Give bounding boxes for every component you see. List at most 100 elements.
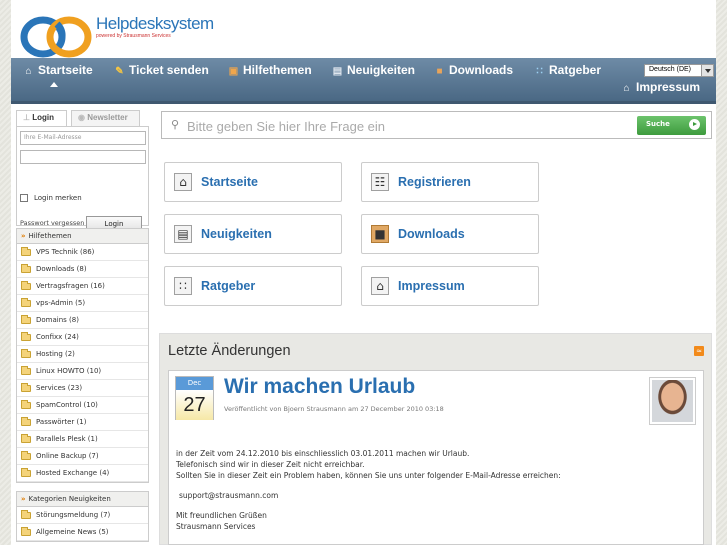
quicklink-label: Startseite: [201, 175, 258, 189]
category-item[interactable]: Allgemeine News (5): [17, 524, 148, 541]
article-line: in der Zeit vom 24.12.2010 bis einschlie…: [176, 449, 470, 458]
article-paragraph: Mit freundlichen Grüßen Strausmann Servi…: [176, 510, 561, 532]
home-icon: ⌂: [25, 66, 32, 77]
category-item[interactable]: Störungsmeldung (7): [17, 507, 148, 524]
nav-item-hilfethemen[interactable]: ▣ Hilfethemen: [228, 63, 312, 77]
news-categories-header: » Kategorien Neuigkeiten: [17, 492, 148, 507]
remember-checkbox[interactable]: Login merken: [20, 194, 82, 202]
category-item[interactable]: SpamControl (10): [17, 397, 148, 414]
category-label: Parallels Plesk (1): [36, 435, 98, 443]
nav-label: Hilfethemen: [243, 63, 312, 77]
category-item[interactable]: Parallels Plesk (1): [17, 431, 148, 448]
chevron-down-icon: [701, 65, 713, 76]
author-avatar: [649, 377, 696, 425]
nav-item-impressum[interactable]: ⌂ Impressum: [621, 80, 700, 94]
category-item[interactable]: Services (23): [17, 380, 148, 397]
nav-item-ticket[interactable]: ✎ Ticket senden: [114, 63, 209, 77]
article-meta: Veröffentlicht von Bjoern Strausmann am …: [224, 405, 444, 413]
logo-icon[interactable]: [17, 12, 97, 58]
calendar-badge: Dec 27: [175, 376, 214, 420]
remember-label: Login merken: [34, 194, 82, 202]
quicklink-label: Registrieren: [398, 175, 471, 189]
brand-name: Helpdesksystem: [96, 14, 214, 33]
nav-label: Downloads: [449, 63, 514, 77]
category-item[interactable]: Linux HOWTO (10): [17, 363, 148, 380]
home-page-icon: ⌂: [174, 173, 192, 191]
article-title[interactable]: Wir machen Urlaub: [224, 375, 415, 399]
login-form: Ihre E-Mail-Adresse Login merken Passwor…: [16, 126, 149, 233]
tab-label: Newsletter: [87, 113, 128, 122]
news-categories-list: Störungsmeldung (7) Allgemeine News (5): [17, 507, 148, 541]
search-icon: ⚲: [171, 118, 180, 131]
article-paragraph: in der Zeit vom 24.12.2010 bis einschlie…: [176, 448, 561, 481]
pencil-icon: ✎: [115, 66, 124, 77]
article-line: Mit freundlichen Grüßen: [176, 511, 267, 520]
quicklink-label: Downloads: [398, 227, 465, 241]
tab-login[interactable]: ⊥ Login: [16, 110, 67, 127]
folder-icon: [21, 348, 31, 358]
category-item[interactable]: vps-Admin (5): [17, 295, 148, 312]
language-select[interactable]: Deutsch (DE): [644, 64, 714, 77]
book-icon: ▣: [228, 66, 239, 77]
category-item[interactable]: Downloads (8): [17, 261, 148, 278]
category-label: Hosting (2): [36, 350, 75, 358]
category-item[interactable]: Online Backup (7): [17, 448, 148, 465]
folder-icon: [21, 526, 31, 536]
box-icon: ■: [371, 225, 389, 243]
category-item[interactable]: Hosting (2): [17, 346, 148, 363]
category-item[interactable]: Confixx (24): [17, 329, 148, 346]
home-page-icon: ⌂: [371, 277, 389, 295]
sitemap-icon: ∷: [536, 66, 543, 77]
quicklink-registrieren[interactable]: ☷ Registrieren: [361, 162, 539, 202]
folder-icon: [21, 263, 31, 273]
category-item[interactable]: VPS Technik (86): [17, 244, 148, 261]
help-topics-list: VPS Technik (86) Downloads (8) Vertragsfra…: [17, 244, 148, 482]
email-field[interactable]: Ihre E-Mail-Adresse: [20, 131, 146, 145]
help-topics-title: Hilfethemen: [28, 232, 72, 240]
support-email-link[interactable]: support@strausmann.com: [176, 490, 561, 501]
sitemap-icon: ∷: [174, 277, 192, 295]
chevron-right-icon: »: [21, 232, 26, 240]
category-label: Störungsmeldung (7): [36, 511, 111, 519]
news-page-icon: ▤: [174, 225, 192, 243]
category-label: Confixx (24): [36, 333, 79, 341]
nav-item-startseite[interactable]: ⌂ Startseite: [23, 63, 92, 77]
checkbox-box[interactable]: [20, 194, 28, 202]
quicklink-ratgeber[interactable]: ∷ Ratgeber: [164, 266, 342, 306]
article-line: Telefonisch sind wir in dieser Zeit nich…: [176, 460, 365, 469]
category-item[interactable]: Domains (8): [17, 312, 148, 329]
rss-icon[interactable]: ≈: [694, 346, 704, 356]
category-item[interactable]: Vertragsfragen (16): [17, 278, 148, 295]
search-input[interactable]: Bitte geben Sie hier Ihre Frage ein: [187, 119, 385, 134]
quicklink-neuigkeiten[interactable]: ▤ Neuigkeiten: [164, 214, 342, 254]
brand[interactable]: Helpdesksystem powered by Strausmann Ser…: [96, 14, 214, 39]
nav-item-downloads[interactable]: ■ Downloads: [434, 63, 513, 77]
folder-icon: [21, 399, 31, 409]
category-item[interactable]: Passwörter (1): [17, 414, 148, 431]
category-item[interactable]: Hosted Exchange (4): [17, 465, 148, 482]
category-label: Passwörter (1): [36, 418, 87, 426]
article-line: Strausmann Services: [176, 522, 256, 531]
news-categories-title: Kategorien Neuigkeiten: [28, 495, 111, 503]
nav-item-ratgeber[interactable]: ∷ Ratgeber: [534, 63, 601, 77]
mail-icon: ◉: [78, 113, 85, 122]
quicklink-impressum[interactable]: ⌂ Impressum: [361, 266, 539, 306]
latest-changes: Letzte Änderungen ≈ Dec 27 Wir machen Ur…: [159, 333, 712, 545]
quicklink-downloads[interactable]: ■ Downloads: [361, 214, 539, 254]
quicklink-label: Neuigkeiten: [201, 227, 272, 241]
forgot-password-link[interactable]: Passwort vergessen: [20, 219, 84, 227]
nav-label: Ratgeber: [549, 63, 602, 77]
article-line: Sollten Sie in dieser Zeit ein Problem h…: [176, 471, 561, 480]
article-body: in der Zeit vom 24.12.2010 bis einschlie…: [176, 448, 561, 541]
quicklink-startseite[interactable]: ⌂ Startseite: [164, 162, 342, 202]
password-field[interactable]: [20, 150, 146, 164]
category-label: Hosted Exchange (4): [36, 469, 110, 477]
quicklink-label: Impressum: [398, 279, 465, 293]
folder-icon: [21, 297, 31, 307]
folder-icon: [21, 314, 31, 324]
search-button[interactable]: Suche: [637, 116, 706, 135]
tab-newsletter[interactable]: ◉ Newsletter: [71, 110, 140, 126]
quicklink-label: Ratgeber: [201, 279, 256, 293]
nav-item-neuigkeiten[interactable]: ▤ Neuigkeiten: [332, 63, 415, 77]
main-nav: ⌂ Startseite ✎ Ticket senden ▣ Hilfethemen …: [11, 58, 716, 104]
